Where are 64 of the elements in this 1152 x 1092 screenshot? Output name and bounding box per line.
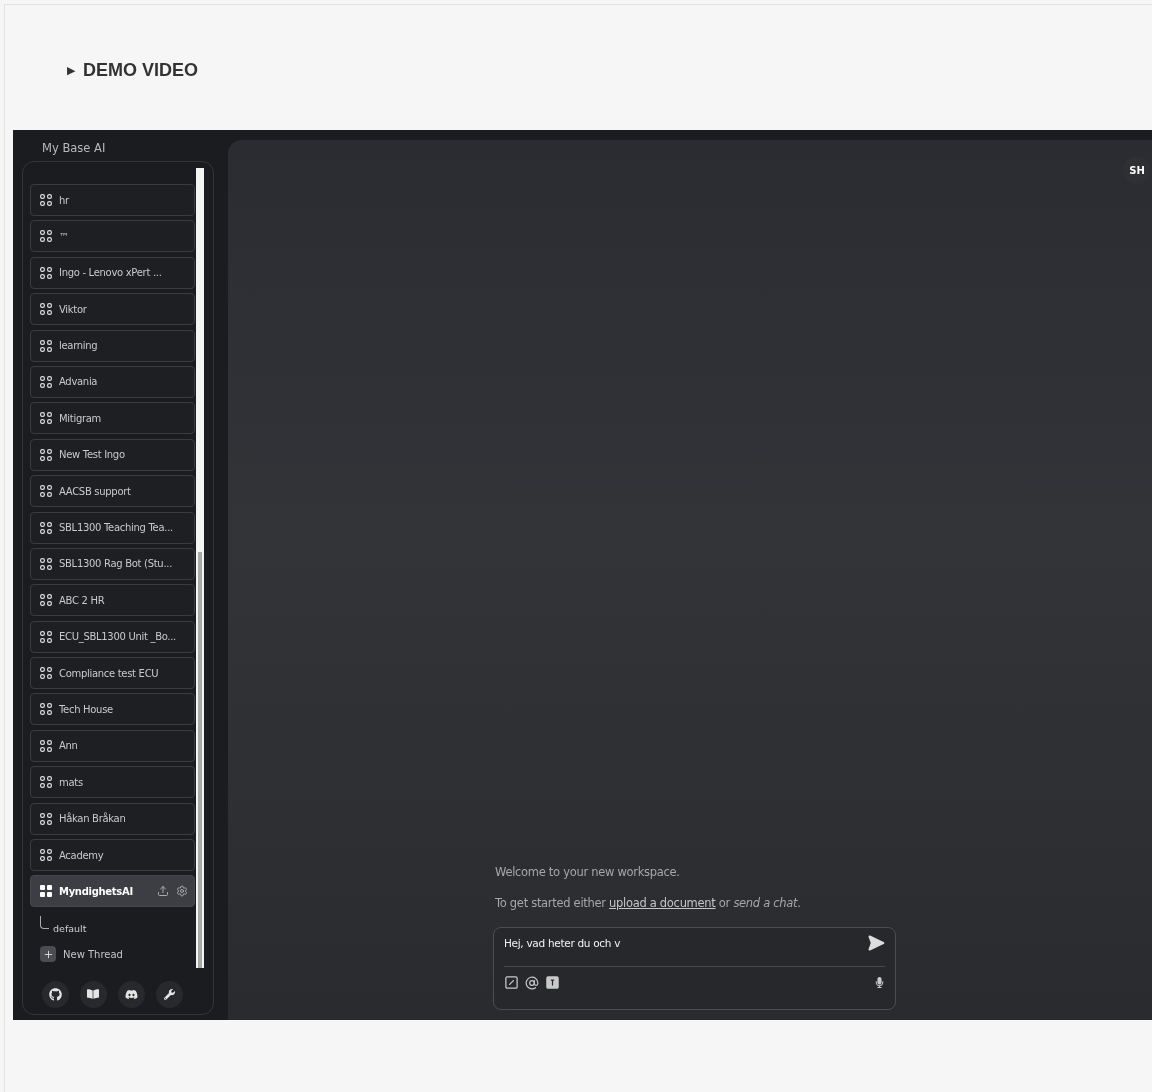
workspace-item[interactable]: SBL1300 Teaching Tea... xyxy=(30,511,195,544)
grid-icon xyxy=(40,557,52,570)
scrollbar-thumb[interactable] xyxy=(198,552,202,968)
workspace-item[interactable]: Håkan Bråkan xyxy=(30,802,195,835)
wrench-icon[interactable] xyxy=(156,980,184,1008)
workspace-item[interactable]: hr xyxy=(30,184,195,216)
microphone-icon[interactable] xyxy=(874,977,885,988)
slash-command-icon[interactable] xyxy=(504,975,519,990)
workspace-item[interactable]: Ann xyxy=(30,729,195,762)
grid-icon xyxy=(40,776,52,789)
workspace-item[interactable]: New Test Ingo xyxy=(30,438,195,471)
welcome-text: Welcome to your new workspace. xyxy=(495,865,681,879)
tree-connector xyxy=(40,915,49,929)
grid-icon xyxy=(40,375,52,388)
grid-icon xyxy=(40,303,52,316)
send-icon[interactable] xyxy=(867,934,885,952)
text-format-icon[interactable] xyxy=(545,975,560,990)
workspace-item[interactable]: ECU_SBL1300 Unit _Bo... xyxy=(30,620,195,653)
app-title: My Base AI xyxy=(41,140,107,157)
grid-icon xyxy=(40,485,52,498)
new-thread-button[interactable]: New Thread xyxy=(30,940,195,963)
grid-icon xyxy=(40,667,52,680)
workspace-item[interactable]: ABC 2 HR xyxy=(30,584,195,617)
workspace-item[interactable]: mats xyxy=(30,766,195,799)
book-icon[interactable] xyxy=(79,980,107,1008)
disclosure-triangle[interactable]: ▶ xyxy=(67,63,75,77)
workspace-item[interactable]: MyndighetsAI xyxy=(30,875,195,908)
user-avatar[interactable]: SH xyxy=(1123,156,1151,184)
grid-icon xyxy=(40,412,52,425)
grid-icon xyxy=(40,739,52,752)
grid-icon xyxy=(40,448,52,461)
thread-item[interactable]: default xyxy=(53,922,87,934)
grid-icon xyxy=(40,812,52,825)
workspace-item[interactable]: SBL1300 Rag Bot (Stu... xyxy=(30,547,195,580)
plus-icon xyxy=(40,946,56,963)
grid-icon xyxy=(40,594,52,607)
instruction-text: To get started either upload a document or send a chat. xyxy=(495,896,802,910)
github-icon[interactable] xyxy=(41,980,69,1008)
at-mention-icon[interactable] xyxy=(525,975,539,990)
workspace-item[interactable]: Academy xyxy=(30,839,195,872)
section-heading[interactable]: DEMO VIDEO xyxy=(83,59,198,81)
grid-icon xyxy=(40,885,52,898)
grid-icon xyxy=(40,630,52,643)
grid-icon xyxy=(40,849,52,862)
upload-link[interactable]: upload a document xyxy=(609,896,716,910)
grid-icon xyxy=(40,266,52,279)
workspace-item[interactable]: learning xyxy=(30,329,195,362)
grid-icon xyxy=(40,703,52,716)
workspace-item[interactable]: Viktor xyxy=(30,293,195,326)
workspace-item[interactable]: Compliance test ECU xyxy=(30,657,195,690)
workspace-item[interactable]: ™ xyxy=(30,220,195,253)
grid-icon xyxy=(40,194,52,206)
workspace-item[interactable]: Mitigram xyxy=(30,402,195,435)
workspace-item[interactable]: Tech House xyxy=(30,693,195,726)
settings-icon[interactable] xyxy=(176,885,188,898)
message-input[interactable]: Hej, vad heter du och v xyxy=(504,935,861,951)
workspace-item[interactable]: AACSB support xyxy=(30,475,195,508)
workspace-item[interactable]: Ingo - Lenovo xPert ... xyxy=(30,256,195,289)
grid-icon xyxy=(40,339,52,352)
upload-icon[interactable] xyxy=(157,885,169,898)
discord-icon[interactable] xyxy=(118,980,146,1008)
grid-icon xyxy=(40,230,52,243)
grid-icon xyxy=(40,521,52,534)
workspace-item[interactable]: Advania xyxy=(30,365,195,398)
